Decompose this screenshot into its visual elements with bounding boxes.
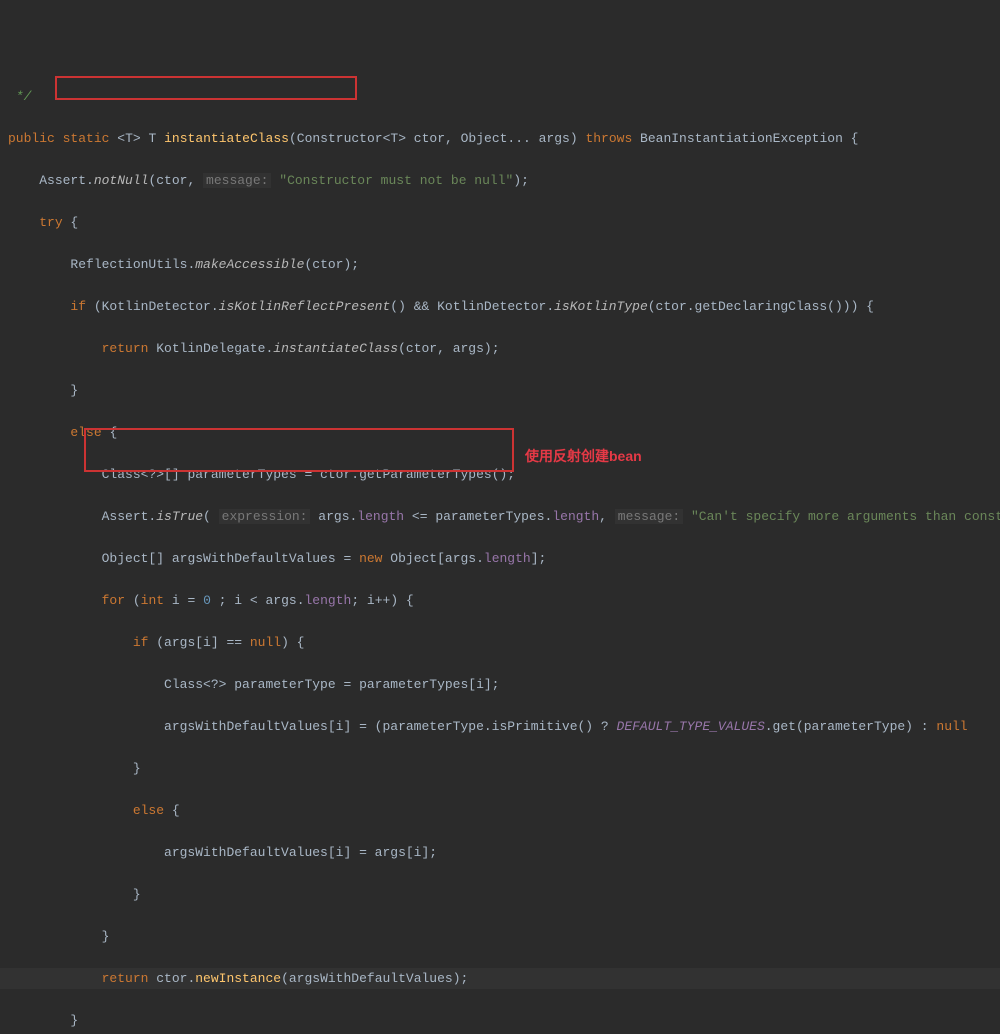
code-line: Class<?>[] parameterTypes = ctor.getPara… (0, 464, 1000, 485)
code-line: } (0, 1010, 1000, 1031)
code-line: Assert.notNull(ctor, message: "Construct… (0, 170, 1000, 191)
code-line: if (args[i] == null) { (0, 632, 1000, 653)
code-line: Object[] argsWithDefaultValues = new Obj… (0, 548, 1000, 569)
code-line: ReflectionUtils.makeAccessible(ctor); (0, 254, 1000, 275)
code-line: argsWithDefaultValues[i] = args[i]; (0, 842, 1000, 863)
code-line: } (0, 884, 1000, 905)
code-line: else { (0, 800, 1000, 821)
code-line: */ (0, 86, 1000, 107)
method-name: instantiateClass (164, 131, 289, 146)
comment: */ (8, 89, 31, 104)
code-line: argsWithDefaultValues[i] = (parameterTyp… (0, 716, 1000, 737)
code-line: } (0, 926, 1000, 947)
annotation-text: 使用反射创建bean (525, 446, 642, 467)
code-line: public static <T> T instantiateClass(Con… (0, 128, 1000, 149)
code-line-caret[interactable]: return ctor.newInstance(argsWithDefaultV… (0, 968, 1000, 989)
code-line: try { (0, 212, 1000, 233)
code-line: } (0, 758, 1000, 779)
code-line: Class<?> parameterType = parameterTypes[… (0, 674, 1000, 695)
code-line: if (KotlinDetector.isKotlinReflectPresen… (0, 296, 1000, 317)
code-line: for (int i = 0 ; i < args.length; i++) { (0, 590, 1000, 611)
code-line: } (0, 380, 1000, 401)
code-line: return KotlinDelegate.instantiateClass(c… (0, 338, 1000, 359)
param-hint: message: (203, 173, 271, 188)
code-line: else { (0, 422, 1000, 443)
